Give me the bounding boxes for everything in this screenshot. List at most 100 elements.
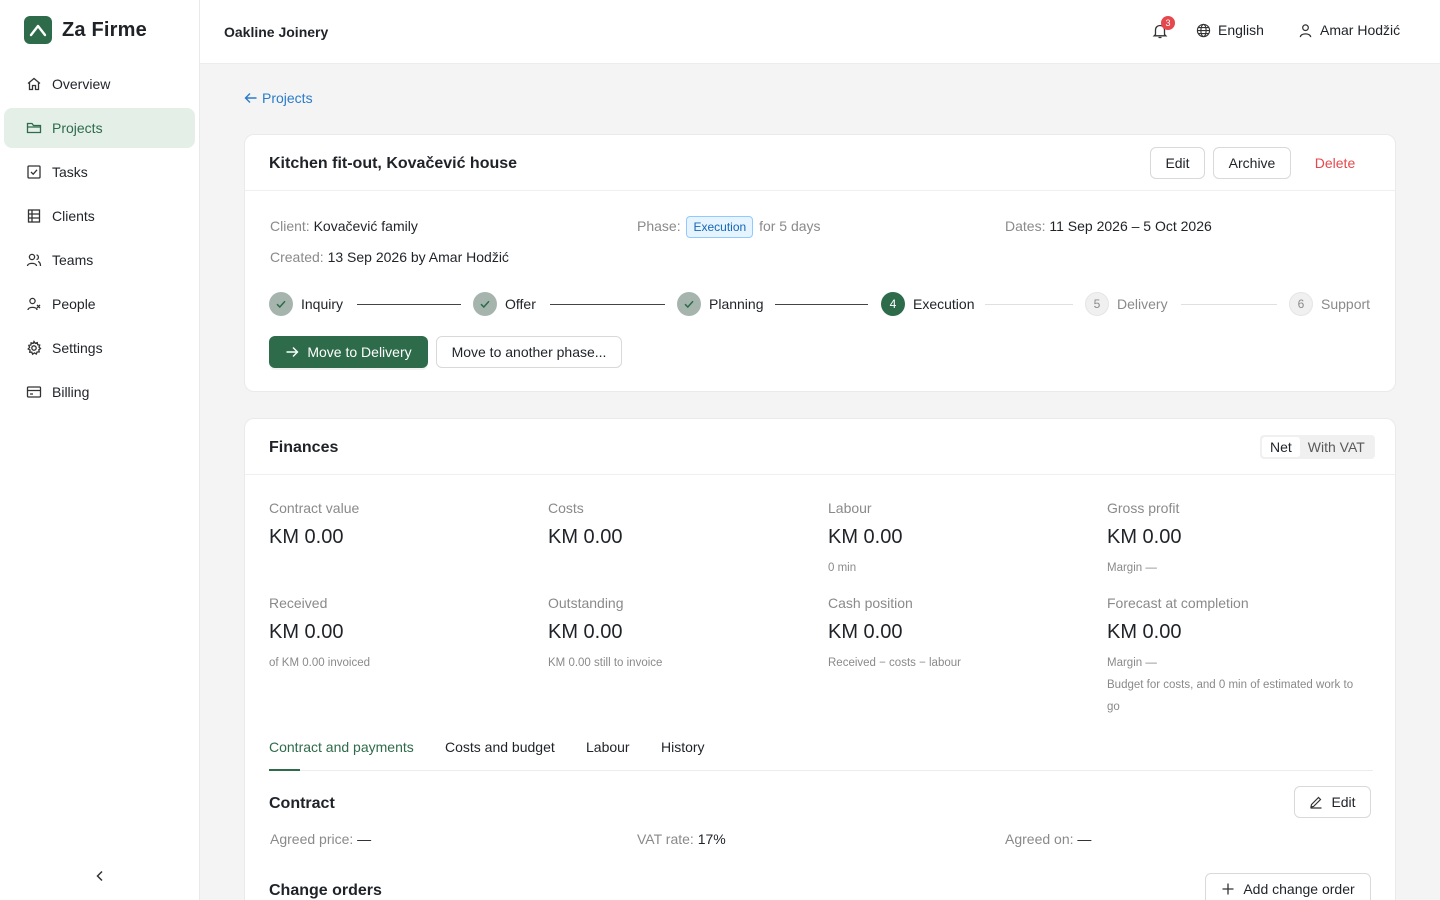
archive-project-button[interactable]: Archive (1213, 147, 1291, 179)
active-tab-indicator (269, 769, 300, 771)
stat-label: Labour (828, 500, 872, 516)
finances-card: Finances Net With VAT Contract value KM … (244, 418, 1396, 900)
tab-contract-and-payments[interactable]: Contract and payments (269, 739, 414, 771)
edit-project-button[interactable]: Edit (1150, 147, 1205, 179)
sidebar-item-label: Tasks (52, 164, 88, 180)
user-menu[interactable]: Amar Hodžić (1298, 22, 1400, 38)
step-label: Inquiry (301, 296, 344, 312)
sidebar-item-people[interactable]: People (4, 284, 195, 324)
sidebar-nav: Overview Projects Tasks Clients Teams Pe… (4, 64, 195, 416)
sidebar-item-label: People (52, 296, 96, 312)
sidebar-item-label: Billing (52, 384, 90, 400)
card-icon (26, 386, 42, 398)
add-change-order-label: Add change order (1243, 881, 1355, 897)
step-label: Delivery (1117, 296, 1168, 312)
user-name: Amar Hodžić (1320, 22, 1401, 38)
step-inquiry[interactable]: Inquiry (269, 292, 343, 316)
sidebar-item-label: Overview (52, 76, 111, 92)
stat-cash-position: Cash position KM 0.00 Received − costs −… (828, 595, 1088, 674)
step-label: Execution (913, 296, 975, 312)
sidebar-item-projects[interactable]: Projects (4, 108, 195, 148)
toggle-net[interactable]: Net (1262, 437, 1300, 457)
step-number: 4 (881, 292, 905, 316)
move-to-delivery-button[interactable]: Move to Delivery (269, 336, 428, 368)
stat-value: KM 0.00 (548, 526, 623, 548)
checkbox-icon (27, 165, 41, 179)
team-icon (26, 253, 42, 267)
sidebar-item-tasks[interactable]: Tasks (4, 152, 195, 192)
step-label: Support (1321, 296, 1371, 312)
check-icon (677, 292, 701, 316)
client-field: Client: Kovačević family (270, 218, 418, 234)
finances-title: Finances (269, 439, 339, 456)
stat-labour: Labour KM 0.00 0 min (828, 500, 1088, 579)
delete-project-button[interactable]: Delete (1299, 147, 1371, 179)
add-change-order-button[interactable]: Add change order (1205, 873, 1371, 900)
stat-value: KM 0.00 (548, 621, 623, 643)
sidebar-item-billing[interactable]: Billing (4, 372, 195, 412)
step-execution[interactable]: 4 Execution (881, 292, 974, 316)
stat-sub: of KM 0.00 invoiced (269, 657, 371, 669)
step-planning[interactable]: Planning (677, 292, 764, 316)
phase-badge: Execution (686, 216, 754, 238)
project-title: Kitchen fit-out, Kovačević house (269, 155, 518, 172)
move-to-delivery-label: Move to Delivery (307, 344, 412, 360)
collapse-sidebar-button[interactable] (88, 864, 112, 888)
sidebar-item-overview[interactable]: Overview (4, 64, 195, 104)
edit-contract-button[interactable]: Edit (1294, 786, 1371, 818)
stat-value: KM 0.00 (828, 526, 903, 548)
vat-rate-field: VAT rate: 17% (637, 831, 726, 847)
folder-icon (26, 122, 42, 134)
phase-duration: for 5 days (759, 218, 821, 234)
stat-value: KM 0.00 (1107, 621, 1182, 643)
step-connector (1181, 304, 1277, 305)
finance-tabs: Contract and payments Costs and budget L… (269, 739, 1373, 771)
brand-logo-icon (24, 16, 52, 44)
vat-rate-value: 17% (697, 831, 726, 847)
stat-costs: Costs KM 0.00 (548, 500, 808, 549)
move-to-another-phase-button[interactable]: Move to another phase... (436, 336, 622, 368)
step-offer[interactable]: Offer (473, 292, 536, 316)
toggle-with-vat[interactable]: With VAT (1300, 437, 1373, 457)
stat-sub: KM 0.00 still to invoice (548, 657, 663, 669)
phase-stepper: Inquiry Offer Planning 4 Execution 5 Del… (269, 292, 1373, 320)
client-value[interactable]: Kovačević family (314, 218, 418, 234)
stat-gross-profit: Gross profit KM 0.00 Margin — (1107, 500, 1367, 579)
tab-labour[interactable]: Labour (586, 739, 630, 771)
language-selector[interactable]: English (1196, 22, 1264, 38)
pencil-icon (1310, 796, 1322, 809)
stat-label: Costs (548, 500, 584, 516)
globe-icon (1196, 23, 1211, 37)
stat-received: Received KM 0.00 of KM 0.00 invoiced (269, 595, 529, 674)
back-to-projects-link[interactable]: Projects (244, 90, 313, 106)
user-icon (1299, 23, 1312, 37)
language-label: English (1218, 22, 1264, 38)
stat-label: Cash position (828, 595, 913, 611)
stat-label: Contract value (269, 500, 360, 516)
step-delivery[interactable]: 5 Delivery (1085, 292, 1168, 316)
stat-contract-value: Contract value KM 0.00 (269, 500, 529, 549)
step-support[interactable]: 6 Support (1289, 292, 1370, 316)
brand-name: Za Firme (62, 18, 147, 41)
project-card: Kitchen fit-out, Kovačević house Edit Ar… (244, 134, 1396, 392)
step-number: 6 (1289, 292, 1313, 316)
tab-costs-and-budget[interactable]: Costs and budget (445, 739, 555, 771)
agreed-on-field: Agreed on: — (1005, 831, 1091, 847)
client-label: Client: (270, 218, 310, 234)
sidebar-item-settings[interactable]: Settings (4, 328, 195, 368)
dates-label: Dates: (1005, 218, 1046, 234)
sidebar-item-label: Settings (52, 340, 103, 356)
step-label: Offer (505, 296, 536, 312)
tab-history[interactable]: History (661, 739, 705, 771)
stat-sub: Margin — (1107, 562, 1157, 574)
stat-label: Forecast at completion (1107, 595, 1249, 611)
brand[interactable]: Za Firme (24, 16, 147, 44)
stat-label: Outstanding (548, 595, 624, 611)
sidebar-item-teams[interactable]: Teams (4, 240, 195, 280)
sidebar-item-clients[interactable]: Clients (4, 196, 195, 236)
vat-toggle: Net With VAT (1260, 435, 1375, 459)
back-link-label: Projects (262, 90, 313, 106)
check-icon (473, 292, 497, 316)
sidebar-item-label: Clients (52, 208, 95, 224)
agreed-on-label: Agreed on: (1005, 831, 1074, 847)
